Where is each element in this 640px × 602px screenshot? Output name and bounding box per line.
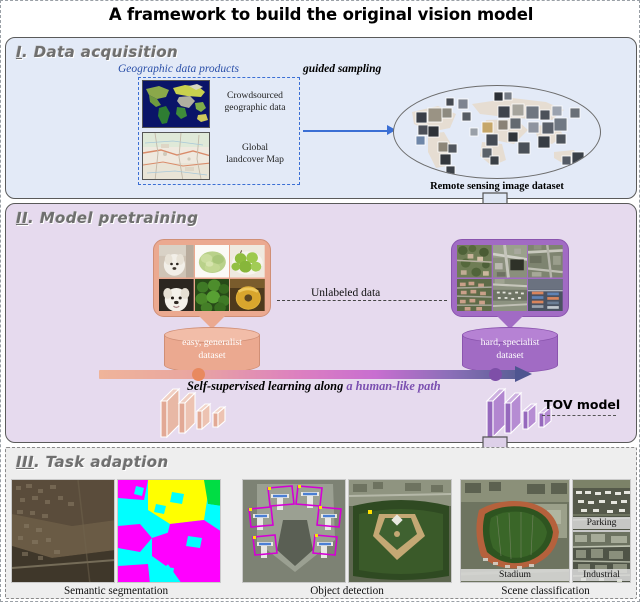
- section-3-numeral: III: [16, 453, 34, 471]
- specialist-image-card: [451, 239, 569, 317]
- remote-sensing-dataset-caption: Remote sensing image dataset: [430, 181, 564, 192]
- scene-label-stadium: Stadium: [461, 569, 569, 581]
- hard-dataset-label: hard, specialist dataset: [462, 337, 558, 362]
- image-baseball-field: [348, 479, 452, 583]
- tov-model-underline: [542, 415, 616, 416]
- generalist-image-grid: [159, 245, 265, 311]
- image-aerial-highway-interchange: [492, 245, 528, 278]
- hard-dataset-label-line2: dataset: [496, 349, 524, 361]
- section-3-heading: III. Task adaption: [16, 453, 169, 471]
- image-broccoli-head: [194, 245, 230, 278]
- image-aerial-parking-lot: [492, 278, 528, 311]
- semantic-segmentation-caption: Semantic segmentation: [63, 585, 169, 597]
- learning-path-arrow-head-icon: [515, 366, 532, 382]
- easy-dataset-label-line2: dataset: [198, 349, 226, 361]
- cnn-network-tov-icon: [485, 387, 565, 441]
- section-3-title: . Task adaption: [33, 453, 169, 471]
- tov-model-label: TOV model: [544, 397, 621, 412]
- image-aerial-industrial-roads: [528, 245, 563, 278]
- page-title: A framework to build the original vision…: [108, 5, 534, 24]
- easy-generalist-dataset-cylinder: easy, generalist dataset: [164, 327, 260, 373]
- remote-sensing-dataset-oval: [393, 85, 601, 179]
- easy-dataset-label: easy, generalist dataset: [164, 337, 260, 362]
- learning-path-gradient-bar: [99, 370, 517, 379]
- scene-label-parking: Parking: [573, 517, 630, 529]
- image-aerial-suburb-trees: [457, 245, 492, 278]
- unlabeled-data-label: Unlabeled data: [307, 287, 385, 299]
- section-2-title: . Model pretraining: [27, 209, 199, 227]
- hard-specialist-dataset-cylinder: hard, specialist dataset: [462, 327, 558, 373]
- section-2-heading: II. Model pretraining: [16, 209, 198, 227]
- image-donut-glazed: [230, 278, 265, 311]
- image-parking-lot-aerial: Parking: [572, 479, 631, 531]
- hard-dataset-label-line1: hard, specialist: [480, 337, 540, 348]
- crowdsourced-caption-line2: geographic data: [224, 102, 286, 113]
- generalist-image-card: [153, 239, 271, 317]
- image-industrial-area-aerial: Industrial: [572, 531, 631, 583]
- unlabeled-data-connector: [277, 300, 447, 301]
- image-aerial-dense-housing: [457, 278, 492, 311]
- image-aerial-rural-scene: [11, 479, 115, 583]
- image-airport-airplanes-boxes: [242, 479, 346, 583]
- scene-label-industrial: Industrial: [573, 569, 630, 581]
- global-caption-line1: Global: [241, 142, 269, 153]
- crowdsourced-caption-line1: Crowdsourced: [227, 90, 283, 101]
- section-2-numeral: II: [16, 209, 28, 227]
- ssl-text-highlight: a human-like path: [346, 379, 441, 393]
- specialist-image-grid: [457, 245, 563, 311]
- image-green-apples-plate: [230, 245, 265, 278]
- guided-sampling-label: guided sampling: [303, 63, 382, 75]
- scene-classification-caption: Scene classification: [501, 585, 590, 597]
- section-1-heading: I. Data acquisition: [16, 43, 178, 61]
- object-detection-caption: Object detection: [310, 585, 384, 597]
- sampling-arrow-line: [303, 130, 389, 132]
- image-aerial-port-containers: [528, 278, 563, 311]
- image-segmentation-mask-colored: [117, 479, 221, 583]
- image-stadium-track-aerial: Stadium: [460, 479, 570, 583]
- global-caption-line2: landcover Map: [226, 154, 284, 165]
- image-dog-white-fluffy: [159, 278, 194, 311]
- easy-dataset-label-line1: easy, generalist: [182, 337, 242, 348]
- learning-path-dot-hard: [489, 368, 502, 381]
- cnn-network-generalist-icon: [159, 387, 239, 441]
- section-1-title: . Data acquisition: [21, 43, 179, 61]
- image-dog-white-terrier: [159, 245, 194, 278]
- image-broccoli-florets: [194, 278, 230, 311]
- crowdsourced-geographic-data-caption: Crowdsourced geographic data: [213, 90, 297, 114]
- street-map-thumbnail: [142, 132, 210, 180]
- world-landcover-map-thumbnail: [142, 80, 210, 128]
- geographic-data-products-label: Geographic data products: [118, 63, 239, 75]
- global-landcover-map-caption: Global landcover Map: [213, 142, 297, 166]
- figure-root: A framework to build the original vision…: [0, 0, 640, 602]
